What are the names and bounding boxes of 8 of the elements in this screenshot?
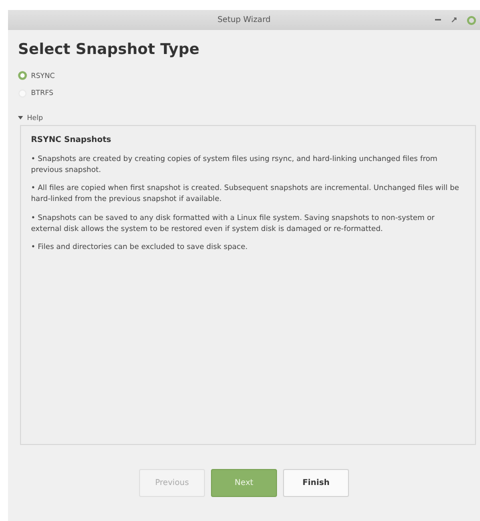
wizard-button[interactable]: Finish	[283, 469, 349, 497]
page-heading: Select Snapshot Type	[18, 39, 200, 60]
maximize-icon[interactable]	[451, 17, 457, 23]
help-title: RSYNC Snapshots	[31, 134, 112, 146]
expanded-arrow-icon[interactable]	[18, 115, 23, 120]
window-title: Setup Wizard	[217, 14, 271, 26]
radio-icon[interactable]	[18, 71, 27, 80]
minimize-icon[interactable]	[435, 19, 441, 21]
